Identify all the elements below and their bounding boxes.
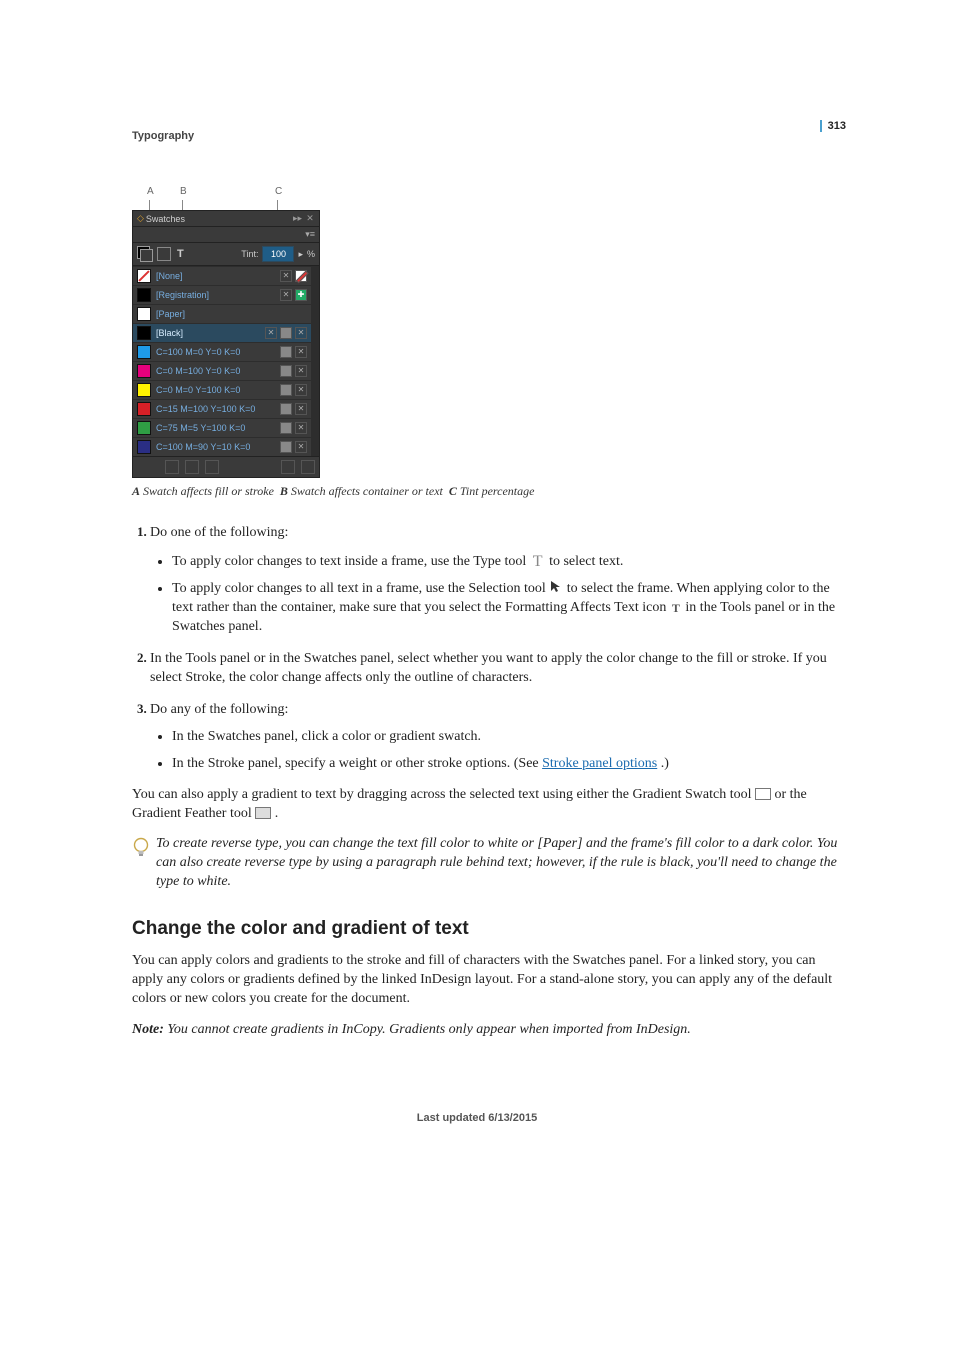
noedit-icon: ✕ — [265, 327, 277, 339]
swatch-row[interactable]: C=0 M=0 Y=100 K=0 ✕ — [133, 380, 311, 399]
colormode-icon — [280, 422, 292, 434]
section-heading: Change the color and gradient of text — [132, 918, 844, 940]
figure-caption: A Swatch affects fill or stroke B Swatch… — [132, 484, 844, 499]
swatch-chip — [137, 288, 151, 302]
swatch-row[interactable]: [Paper] — [133, 304, 311, 323]
swatch-row[interactable]: [None] ✕ — [133, 266, 311, 285]
gradient-paragraph: You can also apply a gradient to text by… — [132, 786, 844, 824]
swatches-panel-figure: A B C ◇ Swatches ▸▸ ✕ ▾≡ — [132, 186, 844, 478]
gradient-feather-tool-icon — [255, 807, 271, 819]
callout-B: B — [180, 186, 187, 197]
swatch-row[interactable]: [Registration] ✕✚ — [133, 285, 311, 304]
noedit-icon: ✕ — [295, 365, 307, 377]
noedit-icon: ✕ — [295, 327, 307, 339]
note: Note: You cannot create gradients in InC… — [132, 1021, 844, 1040]
show-gradient-swatches-icon[interactable] — [205, 460, 219, 474]
noedit-icon: ✕ — [295, 346, 307, 358]
step-3-bullet-1: In the Swatches panel, click a color or … — [172, 728, 844, 747]
swatch-chip — [137, 307, 151, 321]
formatting-affects-text-icon: T — [670, 600, 682, 616]
chapter-title: Typography — [132, 130, 844, 142]
footer-last-updated: Last updated 6/13/2015 — [0, 1112, 954, 1124]
colormode-icon — [280, 403, 292, 415]
noedit-icon: ✕ — [295, 422, 307, 434]
colormode-icon — [280, 327, 292, 339]
noedit-icon: ✕ — [280, 270, 292, 282]
step-3: Do any of the following: In the Swatches… — [150, 700, 844, 774]
noedit-icon: ✕ — [295, 441, 307, 453]
step-1-bullet-1: To apply color changes to text inside a … — [172, 551, 844, 573]
swatch-name: [None] — [156, 271, 275, 281]
swatch-chip — [137, 269, 151, 283]
show-color-swatches-icon[interactable] — [185, 460, 199, 474]
noedit-icon: ✕ — [295, 384, 307, 396]
swatch-name: [Black] — [156, 328, 260, 338]
swatches-panel[interactable]: ◇ Swatches ▸▸ ✕ ▾≡ T Tint: ▸ % — [132, 210, 320, 478]
swatch-name: [Paper] — [156, 309, 302, 319]
panel-title: Swatches — [146, 214, 185, 224]
formatting-container-icon[interactable] — [157, 247, 171, 261]
close-icon[interactable]: ✕ — [305, 213, 315, 224]
step-2: In the Tools panel or in the Swatches pa… — [150, 649, 844, 688]
swatch-name: C=15 M=100 Y=100 K=0 — [156, 404, 275, 414]
swatch-name: [Registration] — [156, 290, 275, 300]
section-body: You can apply colors and gradients to th… — [132, 952, 844, 1009]
swatch-chip — [137, 402, 151, 416]
swatch-row[interactable]: C=100 M=0 Y=0 K=0 ✕ — [133, 342, 311, 361]
tint-arrow-icon[interactable]: ▸ — [298, 249, 303, 260]
fill-stroke-proxy-icon[interactable] — [137, 246, 153, 262]
tip-block: To create reverse type, you can change t… — [132, 835, 844, 892]
formatting-text-icon[interactable]: T — [175, 248, 186, 260]
stroke-panel-options-link[interactable]: Stroke panel options — [542, 756, 657, 771]
none-icon — [295, 270, 307, 282]
noedit-icon: ✕ — [295, 403, 307, 415]
swatch-row[interactable]: C=15 M=100 Y=100 K=0 ✕ — [133, 399, 311, 418]
swatch-row[interactable]: C=0 M=100 Y=0 K=0 ✕ — [133, 361, 311, 380]
swatch-name: C=0 M=0 Y=100 K=0 — [156, 385, 275, 395]
swatch-chip — [137, 364, 151, 378]
new-swatch-icon[interactable] — [281, 460, 295, 474]
swatch-chip — [137, 383, 151, 397]
colormode-icon — [280, 441, 292, 453]
swatch-name: C=100 M=90 Y=10 K=0 — [156, 442, 275, 452]
panel-menu-icon[interactable]: ▾≡ — [305, 229, 315, 240]
swatch-row[interactable]: [Black] ✕ ✕ — [133, 323, 311, 342]
swatch-row[interactable]: C=75 M=5 Y=100 K=0 ✕ — [133, 418, 311, 437]
tint-value-input[interactable] — [262, 246, 294, 262]
gradient-swatch-tool-icon — [755, 788, 771, 800]
type-tool-icon: T — [530, 551, 546, 573]
scrollbar[interactable] — [311, 266, 319, 456]
colormode-icon — [280, 346, 292, 358]
registration-icon: ✚ — [295, 289, 307, 301]
swatch-chip — [137, 440, 151, 454]
swatch-chip — [137, 345, 151, 359]
lightbulb-icon — [132, 837, 150, 859]
tint-label: Tint: — [241, 249, 258, 259]
swatch-chip — [137, 421, 151, 435]
swatch-name: C=100 M=0 Y=0 K=0 — [156, 347, 275, 357]
swatch-list[interactable]: [None]✕[Registration]✕✚[Paper][Black]✕✕C… — [133, 266, 311, 456]
tip-text: To create reverse type, you can change t… — [156, 835, 844, 892]
show-all-swatches-icon[interactable] — [165, 460, 179, 474]
noedit-icon: ✕ — [280, 289, 292, 301]
delete-swatch-icon[interactable] — [301, 460, 315, 474]
selection-tool-icon — [549, 581, 563, 597]
page-number: 313 — [820, 120, 846, 132]
swatch-chip — [137, 326, 151, 340]
tint-suffix: % — [307, 249, 315, 259]
callout-A: A — [147, 186, 154, 197]
swatch-name: C=0 M=100 Y=0 K=0 — [156, 366, 275, 376]
swatch-name: C=75 M=5 Y=100 K=0 — [156, 423, 275, 433]
collapse-icon[interactable]: ▸▸ — [292, 213, 302, 224]
colormode-icon — [280, 365, 292, 377]
colormode-icon — [280, 384, 292, 396]
callout-C: C — [275, 186, 282, 197]
step-1: Do one of the following: To apply color … — [150, 523, 844, 637]
step-3-bullet-2: In the Stroke panel, specify a weight or… — [172, 755, 844, 774]
step-1-bullet-2: To apply color changes to all text in a … — [172, 580, 844, 637]
swatch-row[interactable]: C=100 M=90 Y=10 K=0 ✕ — [133, 437, 311, 456]
